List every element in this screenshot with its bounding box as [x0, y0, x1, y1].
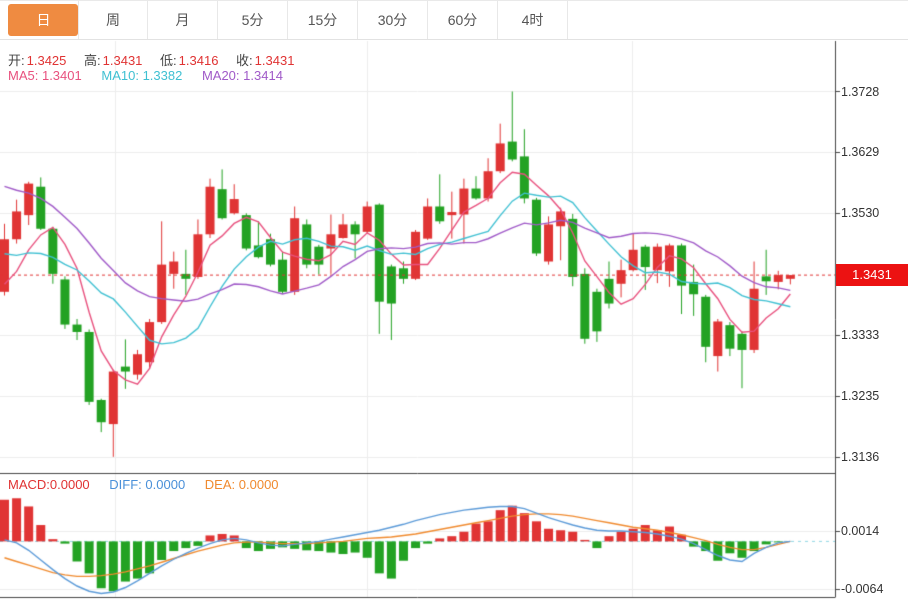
high-label: 高: [84, 53, 101, 68]
diff-value-readout: DIFF: 0.0000 [109, 477, 185, 492]
price-tick-label: 1.3333 [841, 328, 905, 342]
low-label: 低: [160, 53, 177, 68]
tab-week[interactable]: 周 [78, 1, 148, 39]
tab-15min[interactable]: 15分 [288, 1, 358, 39]
candlestick-macd-canvas[interactable] [0, 1, 908, 605]
open-value: 1.3425 [27, 53, 67, 68]
ma10-readout: MA10: 1.3382 [101, 68, 182, 83]
tab-day[interactable]: 日 [8, 4, 78, 36]
ma20-readout: MA20: 1.3414 [202, 68, 283, 83]
macd-readout: MACD:0.0000 DIFF: 0.0000 DEA: 0.0000 [8, 477, 279, 492]
macd-tick-label: -0.0064 [841, 582, 905, 596]
ma-readout: MA5: 1.3401 MA10: 1.3382 MA20: 1.3414 [8, 68, 283, 83]
tab-month[interactable]: 月 [148, 1, 218, 39]
macd-tick-label: 0.0014 [841, 524, 905, 538]
price-tick-label: 1.3530 [841, 206, 905, 220]
ohlc-readout: 开:1.3425 高:1.3431 低:1.3416 收:1.3431 [8, 50, 308, 69]
timeframe-tabbar: 日 周 月 5分 15分 30分 60分 4时 [0, 1, 908, 40]
open-label: 开: [8, 53, 25, 68]
high-value: 1.3431 [103, 53, 143, 68]
close-label: 收: [236, 53, 253, 68]
tab-5min[interactable]: 5分 [218, 1, 288, 39]
tab-4hour[interactable]: 4时 [498, 1, 568, 39]
tab-30min[interactable]: 30分 [358, 1, 428, 39]
ma5-readout: MA5: 1.3401 [8, 68, 82, 83]
low-value: 1.3416 [179, 53, 219, 68]
tab-60min[interactable]: 60分 [428, 1, 498, 39]
price-tick-label: 1.3629 [841, 145, 905, 159]
trading-chart-app: 日 周 月 5分 15分 30分 60分 4时 开:1.3425 高:1.343… [0, 0, 908, 605]
price-tick-label: 1.3136 [841, 450, 905, 464]
macd-value-readout: MACD:0.0000 [8, 477, 90, 492]
price-tick-label: 1.3728 [841, 85, 905, 99]
dea-value-readout: DEA: 0.0000 [205, 477, 279, 492]
price-tick-label: 1.3235 [841, 389, 905, 403]
close-value: 1.3431 [255, 53, 295, 68]
last-price-badge: 1.3431 [836, 264, 908, 286]
